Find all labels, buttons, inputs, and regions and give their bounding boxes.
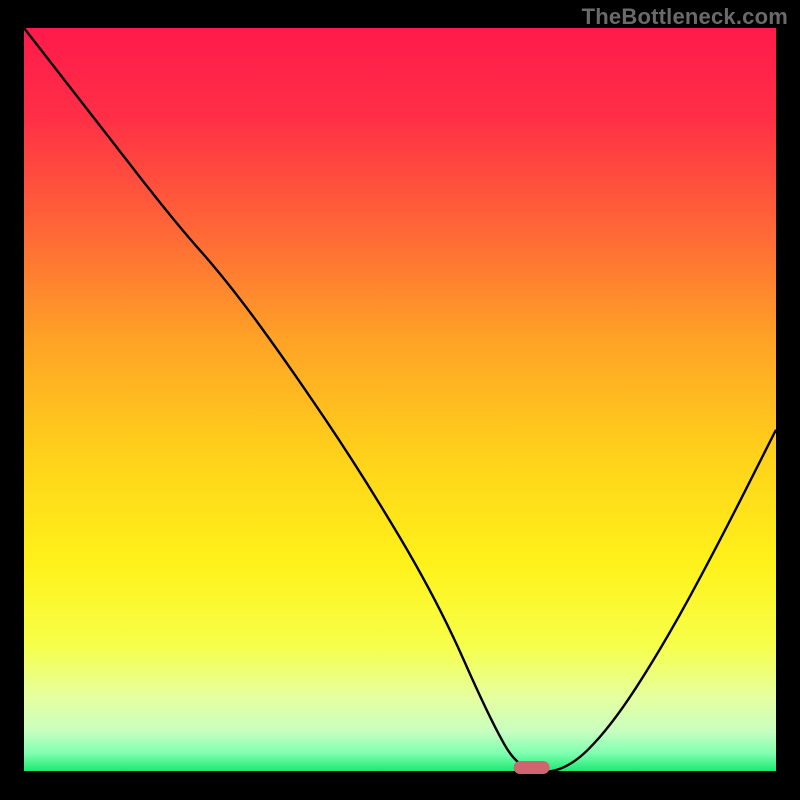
watermark-text: TheBottleneck.com [582,4,788,30]
plot-area [24,28,776,772]
optimal-marker [514,761,550,774]
chart-svg [0,0,800,800]
chart-frame: TheBottleneck.com [0,0,800,800]
